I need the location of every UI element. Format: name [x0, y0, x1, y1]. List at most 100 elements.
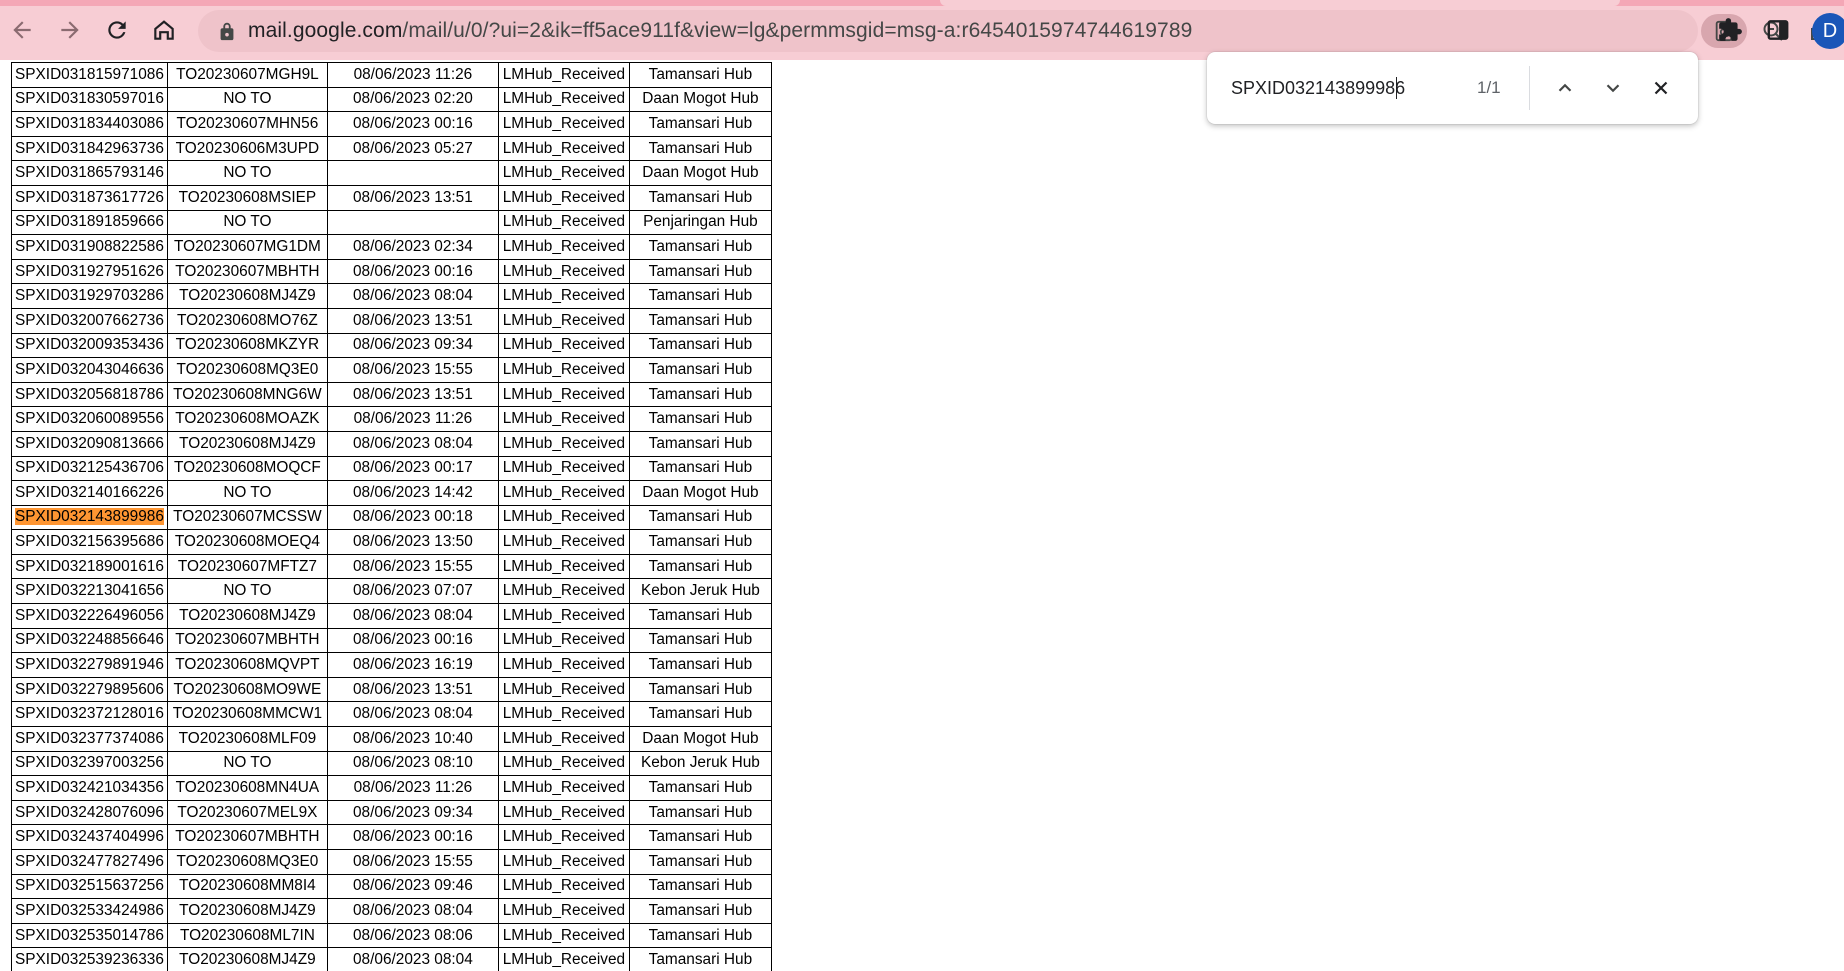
to-number-cell: TO20230607MBHTH: [166, 824, 328, 850]
forward-button[interactable]: [52, 12, 88, 48]
tracking-id-cell: SPXID032009353436: [11, 332, 168, 359]
address-bar[interactable]: mail.google.com/mail/u/0/?ui=2&ik=ff5ace…: [198, 10, 1830, 52]
cell-text: LMHub_Received: [502, 729, 626, 747]
cell-text: Tamansari Hub: [648, 852, 753, 870]
cell-text: 08/06/2023 15:55: [352, 557, 473, 575]
hub-cell: Daan Mogot Hub: [628, 160, 772, 186]
home-button[interactable]: [146, 12, 182, 48]
timestamp-cell: 08/06/2023 13:51: [326, 676, 499, 703]
cell-text: SPXID032539236336: [15, 951, 164, 969]
browser-toolbar: mail.google.com/mail/u/0/?ui=2&ik=ff5ace…: [0, 0, 1844, 60]
cell-text: SPXID032397003256: [15, 754, 164, 772]
table-row: SPXID031815971086 TO20230607MGH9L 08/06/20…: [11, 62, 772, 88]
to-number-cell: TO20230607MBHTH: [166, 258, 328, 285]
tracking-id-cell: SPXID032143899986: [11, 504, 168, 531]
hub-cell: Tamansari Hub: [628, 775, 772, 801]
cell-text: SPXID031873617726: [15, 188, 164, 206]
cell-text: LMHub_Received: [502, 828, 626, 846]
cell-text: LMHub_Received: [502, 459, 626, 477]
cell-text: 08/06/2023 11:26: [353, 410, 473, 428]
cell-text: 08/06/2023 08:06: [352, 926, 473, 944]
table-row: SPXID032140166226 NO TO 08/06/2023 14:42 LM…: [11, 480, 772, 506]
hub-cell: Tamansari Hub: [628, 406, 772, 432]
find-previous-button[interactable]: [1549, 72, 1581, 104]
status-cell: LMHub_Received: [497, 799, 630, 826]
cell-text: SPXID032213041656: [15, 582, 164, 600]
timestamp-cell: 08/06/2023 00:17: [326, 455, 499, 482]
tracking-id-cell: SPXID032533424986: [11, 898, 168, 924]
status-cell: LMHub_Received: [497, 184, 630, 211]
cell-text: SPXID032056818786: [15, 385, 164, 403]
find-input[interactable]: [1231, 72, 1481, 104]
cell-text: TO20230607MEL9X: [177, 803, 318, 821]
reload-button[interactable]: [99, 12, 135, 48]
cell-text: Tamansari Hub: [648, 410, 753, 428]
cell-text: SPXID032535014786: [15, 926, 164, 944]
hub-cell: Tamansari Hub: [628, 824, 772, 850]
tracking-id-cell: SPXID031891859666: [11, 209, 168, 236]
hub-cell: Penjaringan Hub: [628, 209, 772, 236]
page-content: SPXID031815971086 TO20230607MGH9L 08/06/20…: [0, 60, 1844, 971]
table-row: SPXID032428076096 TO20230607MEL9X 08/06/20…: [11, 799, 772, 826]
to-number-cell: NO TO: [166, 160, 328, 186]
find-close-button[interactable]: [1645, 72, 1677, 104]
hub-cell: Tamansari Hub: [628, 307, 772, 334]
cell-text: SPXID032043046636: [15, 360, 164, 378]
hub-cell: Kebon Jeruk Hub: [628, 578, 772, 605]
table-row: SPXID031927951626 TO20230607MBHTH 08/06/20…: [11, 258, 772, 285]
table-row: SPXID032143899986 TO20230607MCSSW 08/06/20…: [11, 504, 772, 531]
status-cell: LMHub_Received: [497, 849, 630, 875]
tracking-id-cell: SPXID032437404996: [11, 824, 168, 850]
timestamp-cell: 08/06/2023 13:50: [326, 529, 499, 555]
tracking-id-cell: SPXID031927951626: [11, 258, 168, 285]
table-row: SPXID031929703286 TO20230608MJ4Z9 08/06/20…: [11, 283, 772, 309]
cell-text: LMHub_Received: [502, 803, 626, 821]
status-cell: LMHub_Received: [497, 627, 630, 654]
cell-text: SPXID032515637256: [15, 877, 164, 895]
cell-text: LMHub_Received: [502, 262, 626, 280]
to-number-cell: TO20230608MQ3E0: [166, 357, 328, 383]
status-cell: LMHub_Received: [497, 406, 630, 432]
table-row: SPXID032009353436 TO20230608MKZYR 08/06/20…: [11, 332, 772, 359]
tracking-id-cell: SPXID032428076096: [11, 799, 168, 826]
extensions-button[interactable]: [1713, 13, 1747, 47]
cell-text: 08/06/2023 08:04: [352, 606, 473, 624]
status-cell: LMHub_Received: [497, 307, 630, 334]
url-text[interactable]: mail.google.com/mail/u/0/?ui=2&ik=ff5ace…: [248, 10, 1192, 52]
status-cell: LMHub_Received: [497, 111, 630, 137]
cell-text: LMHub_Received: [502, 139, 626, 157]
cell-text: 08/06/2023 09:34: [352, 336, 473, 354]
cell-text: Tamansari Hub: [648, 311, 753, 329]
tracking-id-cell: SPXID032090813666: [11, 430, 168, 457]
timestamp-cell: 08/06/2023 15:55: [326, 553, 499, 580]
cell-text: NO TO: [223, 213, 272, 231]
status-cell: LMHub_Received: [497, 603, 630, 629]
cell-text: LMHub_Received: [502, 385, 626, 403]
cell-text: LMHub_Received: [502, 779, 626, 797]
tracking-id-cell: SPXID032477827496: [11, 849, 168, 875]
cell-text: SPXID031891859666: [15, 213, 164, 231]
profile-avatar[interactable]: D: [1812, 13, 1844, 49]
cell-text: 08/06/2023 08:04: [352, 287, 473, 305]
tracking-id-cell: SPXID031830597016: [11, 86, 168, 113]
cell-text: SPXID031834403086: [15, 114, 164, 132]
timestamp-cell: 08/06/2023 02:20: [326, 86, 499, 113]
cell-text: SPXID032428076096: [15, 803, 164, 821]
cell-text: SPXID032125436706: [15, 459, 164, 477]
cell-text: 08/06/2023 00:16: [352, 114, 473, 132]
cell-text: Tamansari Hub: [648, 901, 753, 919]
cell-text: TO20230608MO9WE: [173, 680, 322, 698]
find-next-button[interactable]: [1597, 72, 1629, 104]
cell-text: SPXID031908822586: [15, 237, 164, 255]
cell-text: Tamansari Hub: [648, 434, 753, 452]
cell-text: Tamansari Hub: [648, 680, 753, 698]
cell-text: LMHub_Received: [502, 951, 626, 969]
lock-icon[interactable]: [216, 20, 238, 42]
tab-strip: [0, 0, 1844, 6]
cell-text: 08/06/2023 05:27: [352, 139, 473, 157]
side-panel-button[interactable]: [1761, 13, 1795, 47]
tracking-id-cell: SPXID032279891946: [11, 652, 168, 678]
to-number-cell: TO20230608MQVPT: [166, 652, 328, 678]
back-button[interactable]: [4, 12, 40, 48]
chevron-down-icon: [1606, 84, 1620, 93]
